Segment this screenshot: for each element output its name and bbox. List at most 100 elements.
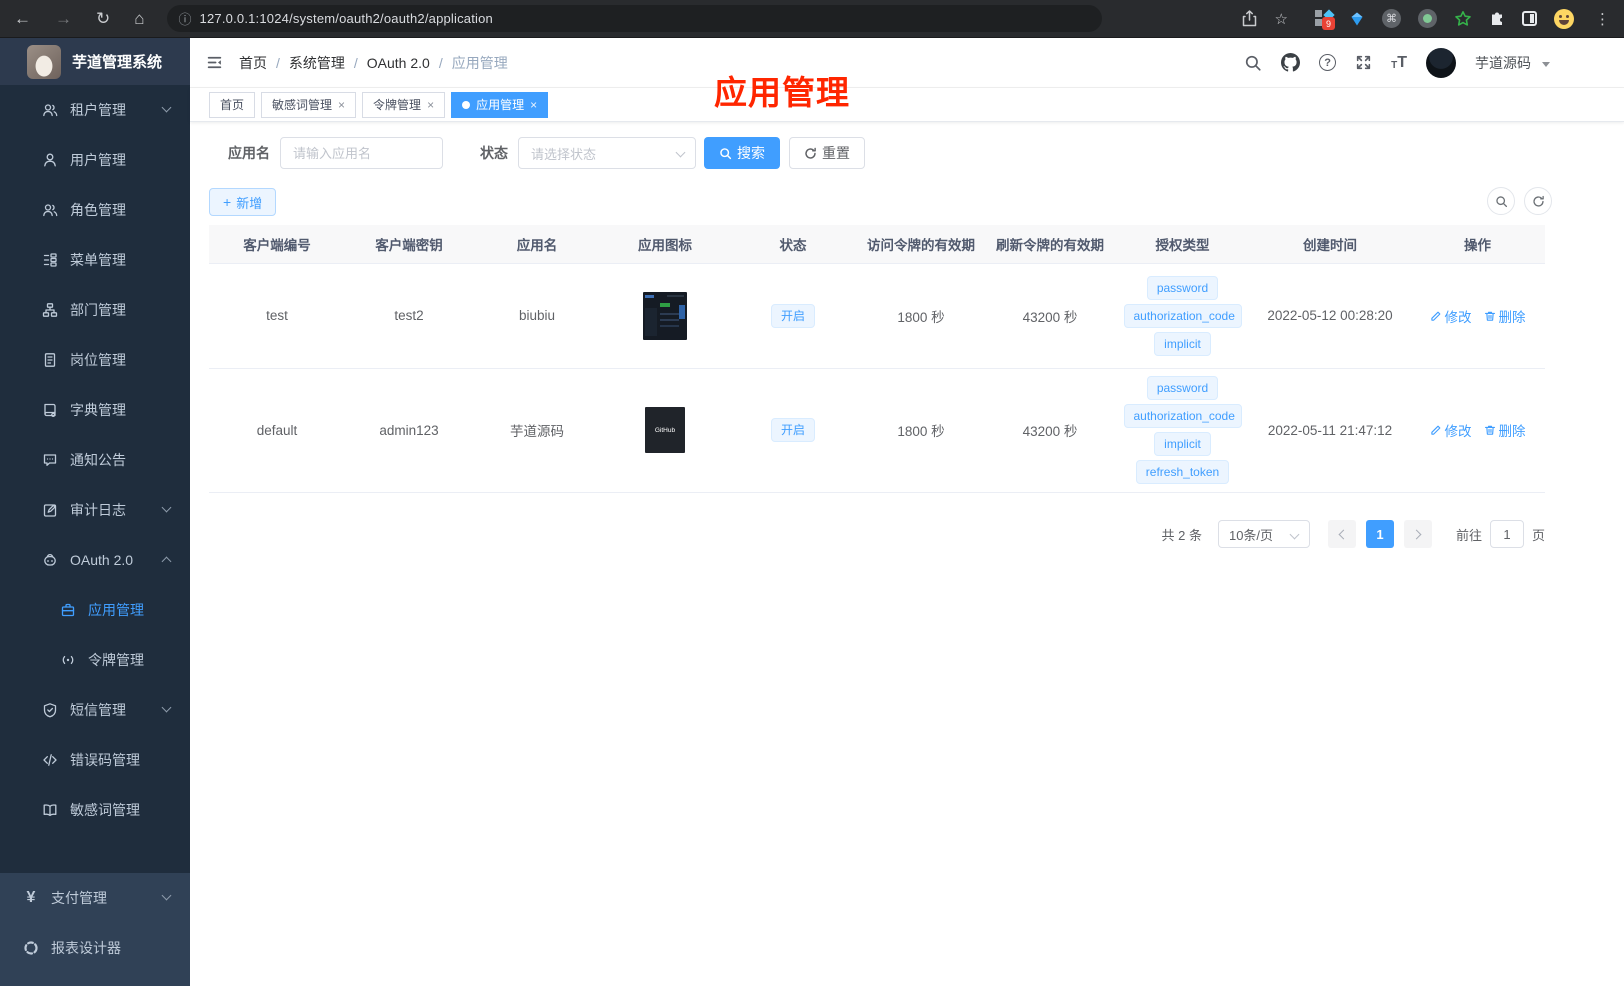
sidebar-item-post[interactable]: 岗位管理 xyxy=(0,335,190,385)
star-extension-icon[interactable] xyxy=(1454,10,1472,28)
sidebar-item-report-designer[interactable]: 报表设计器 xyxy=(0,923,190,973)
sidebar-item-sensitive-word[interactable]: 敏感词管理 xyxy=(0,785,190,835)
toggle-search-button[interactable] xyxy=(1487,187,1515,215)
table-row: test test2 biubiu 开启 1800 秒 43200 秒 pass… xyxy=(209,263,1545,369)
sidebar-item-notice[interactable]: 通知公告 xyxy=(0,435,190,485)
page-number-button[interactable]: 1 xyxy=(1365,520,1394,548)
close-icon[interactable] xyxy=(338,98,345,112)
tab-application[interactable]: 应用管理 xyxy=(451,91,549,118)
sidebar: 芋道管理系统 租户管理 用户管理 角色管理 菜单管理 部门管理 岗位管理 字典管… xyxy=(0,38,190,986)
record-extension-icon[interactable] xyxy=(1418,9,1437,28)
tab-sensitive-word[interactable]: 敏感词管理 xyxy=(261,91,357,118)
app-name-input[interactable] xyxy=(280,137,443,169)
breadcrumb-system[interactable]: 系统管理 xyxy=(289,53,345,73)
table-row: default admin123 芋道源码 GitHub 开启 1800 秒 4… xyxy=(209,368,1545,493)
cell-app-icon xyxy=(601,263,729,369)
breadcrumb-home[interactable]: 首页 xyxy=(239,53,267,73)
token-broadcast-icon xyxy=(60,652,76,668)
reload-icon[interactable]: ↻ xyxy=(96,10,110,27)
sidebar-item-dept[interactable]: 部门管理 xyxy=(0,285,190,335)
bookmark-star-icon[interactable]: ☆ xyxy=(1275,10,1288,28)
browser-menu-icon[interactable]: ⋮ xyxy=(1595,10,1610,28)
app-icon-image xyxy=(643,291,687,340)
sidebar-item-pay[interactable]: 支付管理 xyxy=(0,873,190,923)
tab-token[interactable]: 令牌管理 xyxy=(362,91,446,118)
fullscreen-icon[interactable] xyxy=(1355,54,1372,71)
breadcrumb-oauth[interactable]: OAuth 2.0 xyxy=(367,55,430,71)
sidebar-item-oauth-token[interactable]: 令牌管理 xyxy=(0,635,190,685)
app-logo[interactable]: 芋道管理系统 xyxy=(0,38,190,85)
goto-page-input[interactable] xyxy=(1489,520,1524,548)
tab-home[interactable]: 首页 xyxy=(209,91,256,118)
col-refresh-token-validity: 刷新令牌的有效期 xyxy=(985,225,1115,264)
browser-nav-buttons: ← → ↻ ⌂ xyxy=(14,10,145,27)
github-icon[interactable] xyxy=(1281,53,1301,72)
side-panel-icon[interactable] xyxy=(1522,11,1537,26)
help-icon[interactable] xyxy=(1319,54,1337,71)
chevron-down-icon xyxy=(161,502,172,513)
tags-view-bar: 首页 敏感词管理 令牌管理 应用管理 xyxy=(190,88,1624,122)
tree-list-icon xyxy=(42,252,58,268)
grant-type-badge: authorization_code xyxy=(1123,303,1242,328)
search-icon[interactable] xyxy=(1244,54,1262,72)
cell-refresh-ttl: 43200 秒 xyxy=(985,263,1115,369)
chevron-up-icon xyxy=(161,556,172,567)
profile-avatar-icon[interactable] xyxy=(1554,8,1574,29)
site-info-icon[interactable]: ⓘ xyxy=(179,9,192,28)
close-icon[interactable] xyxy=(530,98,537,112)
sidebar-item-role[interactable]: 角色管理 xyxy=(0,185,190,235)
delete-button[interactable]: 删除 xyxy=(1484,306,1526,326)
sidebar-item-user[interactable]: 用户管理 xyxy=(0,135,190,185)
extensions-puzzle-icon[interactable] xyxy=(1489,11,1505,27)
page-size-select[interactable]: 10条/页 xyxy=(1217,520,1310,548)
col-status: 状态 xyxy=(729,225,857,264)
applications-table: 客户端编号 客户端密钥 应用名 应用图标 状态 访问令牌的有效期 刷新令牌的有效… xyxy=(209,225,1545,493)
col-client-secret: 客户端密钥 xyxy=(345,225,473,264)
cell-grant-types: password authorization_code implicit ref… xyxy=(1115,368,1250,493)
extension-grid-icon[interactable]: 9 xyxy=(1315,9,1335,30)
sidebar-item-oauth[interactable]: OAuth 2.0 xyxy=(0,535,190,585)
status-select[interactable]: 请选择状态 xyxy=(518,137,696,169)
gem-extension-icon[interactable] xyxy=(1349,11,1365,27)
edit-button[interactable]: 修改 xyxy=(1430,420,1472,440)
app-name-label: 应用名 xyxy=(228,145,270,161)
next-page-button[interactable] xyxy=(1403,520,1432,548)
cell-actions: 修改 删除 xyxy=(1410,263,1545,369)
share-icon[interactable] xyxy=(1242,10,1257,27)
sidebar-item-audit-log[interactable]: 审计日志 xyxy=(0,485,190,535)
caret-down-icon[interactable] xyxy=(1542,62,1550,67)
refresh-button[interactable] xyxy=(1524,187,1552,215)
user-avatar[interactable] xyxy=(1426,47,1456,78)
cell-client-secret: admin123 xyxy=(345,368,473,493)
status-badge: 开启 xyxy=(770,418,815,442)
dictionary-book-icon xyxy=(42,402,58,418)
cell-created-at: 2022-05-11 21:47:12 xyxy=(1250,368,1410,493)
sidebar-item-error-code[interactable]: 错误码管理 xyxy=(0,735,190,785)
delete-button[interactable]: 删除 xyxy=(1484,420,1526,440)
font-size-icon[interactable] xyxy=(1391,55,1407,71)
search-button[interactable]: 搜索 xyxy=(704,137,780,169)
add-button[interactable]: 新增 xyxy=(209,188,277,216)
grant-type-badge: refresh_token xyxy=(1135,460,1230,484)
collapse-sidebar-icon[interactable] xyxy=(206,54,223,71)
home-icon[interactable]: ⌂ xyxy=(134,10,144,27)
cell-access-ttl: 1800 秒 xyxy=(857,368,985,493)
badge-icon xyxy=(42,352,58,368)
command-extension-icon[interactable]: ⌘ xyxy=(1382,9,1401,28)
col-grant-types: 授权类型 xyxy=(1115,225,1250,264)
sidebar-item-dict[interactable]: 字典管理 xyxy=(0,385,190,435)
sidebar-item-tenant[interactable]: 租户管理 xyxy=(0,85,190,135)
cell-client-secret: test2 xyxy=(345,263,473,369)
sidebar-menu: 租户管理 用户管理 角色管理 菜单管理 部门管理 岗位管理 字典管理 通知公告 … xyxy=(0,85,190,873)
sidebar-item-sms[interactable]: 短信管理 xyxy=(0,685,190,735)
sidebar-item-menu[interactable]: 菜单管理 xyxy=(0,235,190,285)
forward-icon[interactable]: → xyxy=(55,10,72,27)
address-bar[interactable]: ⓘ 127.0.0.1:1024/system/oauth2/oauth2/ap… xyxy=(166,5,1102,32)
reset-button[interactable]: 重置 xyxy=(789,137,865,169)
close-icon[interactable] xyxy=(427,98,434,112)
sidebar-item-oauth-application[interactable]: 应用管理 xyxy=(0,585,190,635)
users-icon xyxy=(42,102,58,118)
edit-button[interactable]: 修改 xyxy=(1430,306,1472,326)
back-icon[interactable]: ← xyxy=(14,10,31,27)
prev-page-button[interactable] xyxy=(1327,520,1356,548)
